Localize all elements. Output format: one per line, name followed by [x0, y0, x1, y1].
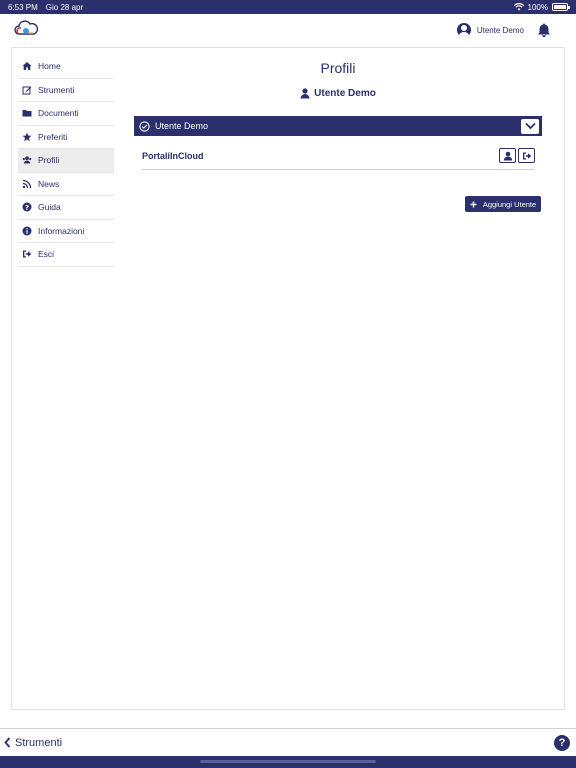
user-profile-button[interactable]	[499, 148, 516, 163]
sidebar-item-news[interactable]: News	[18, 173, 114, 196]
status-time: 6:53 PM	[8, 2, 38, 12]
user-icon	[503, 151, 512, 160]
cloud-logo-icon[interactable]	[14, 20, 38, 38]
add-user-label: Aggiungi Utente	[482, 199, 537, 209]
wifi-icon	[513, 3, 524, 11]
home-icon	[22, 62, 32, 71]
rss-icon	[22, 179, 32, 188]
folder-icon	[22, 110, 32, 117]
chevron-down-icon	[524, 122, 536, 130]
plus-icon	[470, 201, 477, 207]
login-button[interactable]	[518, 148, 535, 163]
list-item: PortaliInCloud	[142, 142, 535, 170]
sidebar-item-profili[interactable]: Profili	[18, 149, 114, 173]
help-button[interactable]: ?	[554, 734, 570, 751]
svg-text:?: ?	[25, 204, 29, 212]
back-label: Strumenti	[15, 736, 63, 749]
sidebar: Home Strumenti Documenti Preferiti Profi…	[18, 55, 114, 267]
sidebar-item-label: Strumenti	[38, 84, 75, 95]
sidebar-item-guida[interactable]: ? Guida	[18, 196, 114, 220]
bottom-bar: Strumenti ?	[0, 728, 576, 756]
add-user-button[interactable]: Aggiungi Utente	[465, 196, 541, 212]
back-button[interactable]: Strumenti	[4, 737, 62, 749]
home-indicator	[200, 760, 376, 763]
sidebar-item-label: News	[38, 178, 60, 189]
bell-icon[interactable]	[536, 22, 552, 38]
sign-out-icon	[23, 250, 32, 258]
top-bar: Utente Demo	[0, 14, 576, 48]
star-icon	[22, 132, 32, 141]
check-circle-icon	[139, 120, 150, 132]
sidebar-item-label: Profili	[38, 155, 60, 166]
sidebar-item-label: Guida	[38, 202, 61, 213]
accordion-toggle-button[interactable]	[521, 118, 539, 134]
sidebar-item-label: Documenti	[38, 108, 79, 119]
user-icon	[300, 88, 310, 99]
user-circle-icon	[456, 23, 471, 37]
status-date: Gio 28 apr	[45, 2, 84, 12]
page-title: Profili	[320, 60, 356, 76]
sidebar-item-esci[interactable]: Esci	[18, 243, 114, 267]
accordion-title: Utente Demo	[155, 121, 209, 131]
sidebar-item-documenti[interactable]: Documenti	[18, 102, 114, 126]
sidebar-item-label: Home	[38, 61, 61, 72]
sidebar-item-label: Informazioni	[38, 225, 85, 236]
status-bar: 6:53 PM Gio 28 apr 100%	[0, 0, 576, 14]
portal-name: PortaliInCloud	[142, 150, 204, 161]
user-menu[interactable]: Utente Demo	[456, 22, 552, 38]
current-user-name: Utente Demo	[314, 88, 376, 99]
question-icon: ?	[22, 202, 32, 212]
battery-icon	[552, 3, 570, 11]
sidebar-item-preferiti[interactable]: Preferiti	[18, 126, 114, 149]
users-icon	[22, 156, 32, 164]
sidebar-item-informazioni[interactable]: Informazioni	[18, 220, 114, 243]
header-user-name: Utente Demo	[476, 25, 524, 35]
edit-icon	[22, 86, 32, 95]
current-user-heading: Utente Demo	[134, 88, 542, 99]
accordion-header[interactable]: Utente Demo	[134, 116, 542, 136]
info-icon	[22, 226, 32, 236]
chevron-left-icon	[4, 737, 11, 748]
sign-out-icon	[522, 152, 531, 159]
sidebar-item-home[interactable]: Home	[18, 55, 114, 79]
sidebar-item-strumenti[interactable]: Strumenti	[18, 79, 114, 102]
home-strip	[0, 756, 576, 768]
battery-percent: 100%	[527, 2, 548, 12]
sidebar-item-label: Esci	[38, 249, 55, 260]
sidebar-item-label: Preferiti	[38, 131, 68, 142]
